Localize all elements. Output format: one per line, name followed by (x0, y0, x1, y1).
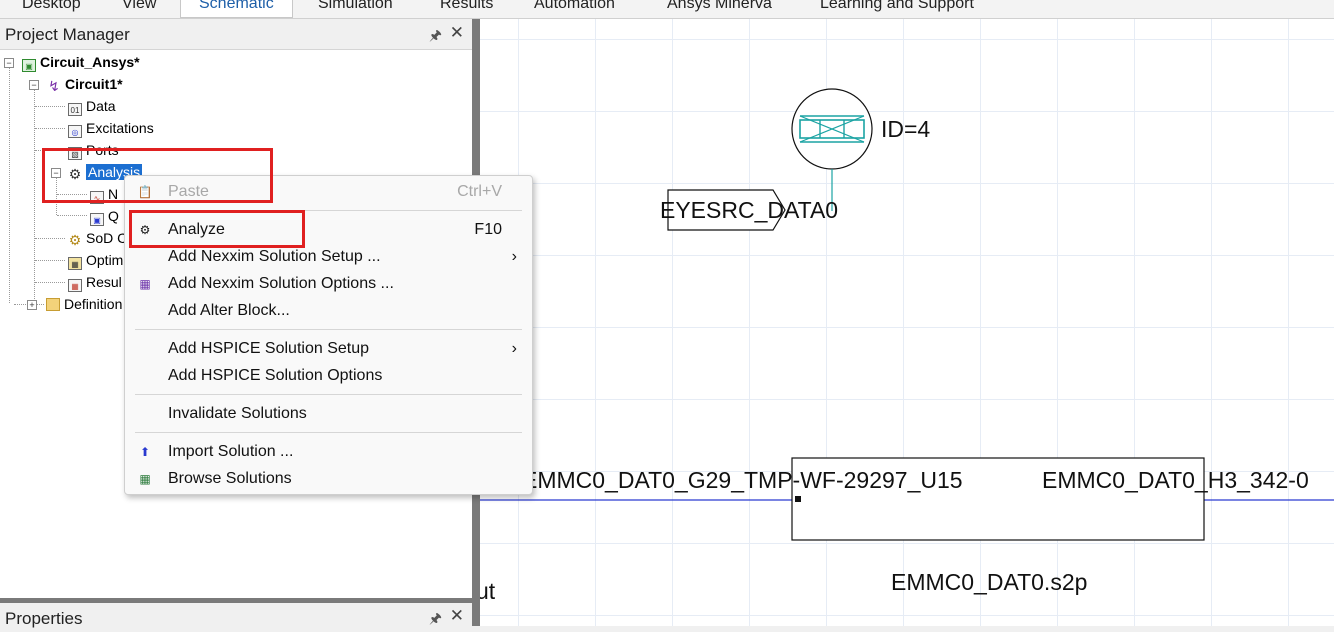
collapse-design-toggle[interactable]: − (29, 80, 39, 90)
circuit-design-icon: ↯ (48, 78, 60, 94)
tree-item-results[interactable]: ▦ Resul (68, 272, 122, 292)
close-icon[interactable]: ✕ (450, 606, 464, 626)
highlight-box-analyze (129, 210, 305, 248)
menu-item-add-alter-block[interactable]: Add Alter Block... (125, 298, 532, 324)
pin-icon[interactable]: 🖈 (429, 25, 442, 49)
menu-item-invalidate-solutions[interactable]: Invalidate Solutions (125, 401, 532, 427)
pin-icon[interactable]: 🖈 (429, 608, 442, 632)
menu-item-label: Import Solution ... (168, 443, 294, 460)
data-icon: 01 (68, 103, 82, 116)
tree-item-data[interactable]: 01 Data (68, 96, 116, 116)
tab-ansys-minerva[interactable]: Ansys Minerva (667, 0, 772, 17)
close-icon[interactable]: ✕ (450, 23, 464, 43)
tree-item-label: Circuit_Ansys* (40, 54, 140, 70)
tab-learning-support[interactable]: Learning and Support (820, 0, 974, 17)
menu-item-add-hspice-options[interactable]: Add HSPICE Solution Options (125, 363, 532, 389)
tab-view[interactable]: View (122, 0, 156, 17)
properties-panel-header: Properties 🖈 ✕ (0, 603, 472, 628)
menu-item-label: Invalidate Solutions (168, 405, 307, 422)
tree-item-label: Definition (64, 296, 123, 312)
menu-item-add-nexxim-options[interactable]: ▦ Add Nexxim Solution Options ... (125, 271, 532, 297)
schematic-drawing (480, 88, 1334, 541)
optimetrics-icon: ▦ (68, 257, 82, 270)
menu-item-label: Add Alter Block... (168, 302, 290, 319)
expand-definitions-toggle[interactable]: + (27, 300, 37, 310)
import-icon: ⬆ (139, 445, 151, 459)
menu-item-label: Add HSPICE Solution Options (168, 367, 383, 384)
menu-item-label: Add HSPICE Solution Setup (168, 340, 370, 357)
menu-item-add-hspice-setup[interactable]: Add HSPICE Solution Setup › (125, 336, 532, 362)
project-manager-header: Project Manager 🖈 ✕ (0, 19, 472, 50)
tree-item-label: Q (108, 208, 119, 224)
menu-item-browse-solutions[interactable]: ▦ Browse Solutions (125, 466, 532, 492)
menu-item-shortcut: Ctrl+V (457, 183, 502, 200)
tree-item-label: Optim (86, 252, 124, 268)
menu-item-import-solution[interactable]: ⬆ Import Solution ... (125, 439, 532, 465)
results-icon: ▦ (68, 279, 82, 292)
component-id-label: ID=4 (881, 116, 931, 142)
collapse-project-toggle[interactable]: − (4, 58, 14, 68)
tree-item-definitions[interactable]: Definition (46, 294, 122, 314)
tree-item-label: Circuit1* (65, 76, 123, 92)
submenu-arrow-icon: › (511, 248, 517, 265)
menu-item-label: Browse Solutions (168, 470, 292, 487)
tree-item-project[interactable]: ▣ Circuit_Ansys* (22, 52, 140, 72)
excitations-icon: ◎ (68, 125, 82, 138)
tab-simulation[interactable]: Simulation (318, 0, 393, 17)
panel-title: Properties (5, 609, 83, 628)
sparam-file-label: EMMC0_DAT0.s2p (891, 569, 1088, 595)
partial-text-label: ut (480, 578, 496, 604)
tab-schematic[interactable]: Schematic (180, 0, 293, 18)
menu-item-shortcut: F10 (474, 221, 502, 238)
tree-item-label: Resul (86, 274, 122, 290)
sod-gear-icon: ⚙ (68, 232, 82, 248)
tree-item-design[interactable]: ↯ Circuit1* (47, 74, 123, 94)
port-label[interactable]: EYESRC_DATA0 (660, 197, 838, 224)
browse-icon: ▦ (139, 472, 151, 486)
highlight-box-analysis (42, 148, 273, 203)
tree-item-optimetrics[interactable]: ▦ Optim (68, 250, 123, 270)
tab-results[interactable]: Results (440, 0, 493, 17)
tree-item-label: Data (86, 98, 116, 114)
tree-item-label: SoD C (86, 230, 128, 246)
q-setup-icon: ▣ (90, 213, 104, 226)
tree-item-sod[interactable]: ⚙ SoD C (68, 228, 128, 248)
folder-icon (46, 298, 60, 311)
submenu-arrow-icon: › (511, 340, 517, 357)
net-label-right: EMMC0_DAT0_H3_342-0 (1042, 467, 1309, 493)
project-icon: ▣ (22, 59, 36, 72)
tree-item-analysis-setup-2[interactable]: ▣ Q (90, 206, 119, 226)
tab-desktop[interactable]: Desktop (22, 0, 81, 17)
ribbon-tab-bar: Desktop View Schematic Simulation Result… (0, 0, 1334, 19)
tree-item-excitations[interactable]: ◎ Excitations (68, 118, 154, 138)
panel-title: Project Manager (5, 25, 130, 44)
schematic-canvas[interactable]: ID=4 EYESRC_DATA0 EMMC0_DAT0_G29_TMP-WF-… (480, 19, 1334, 626)
menu-item-label: Add Nexxim Solution Options ... (168, 275, 394, 292)
tab-automation[interactable]: Automation (534, 0, 615, 17)
tree-item-label: Excitations (86, 120, 154, 136)
nexxim-options-icon: ▦ (139, 277, 151, 291)
pin-marker (795, 496, 801, 502)
net-label-left: EMMC0_DAT0_G29_TMP-WF-29297_U15 (522, 467, 963, 493)
